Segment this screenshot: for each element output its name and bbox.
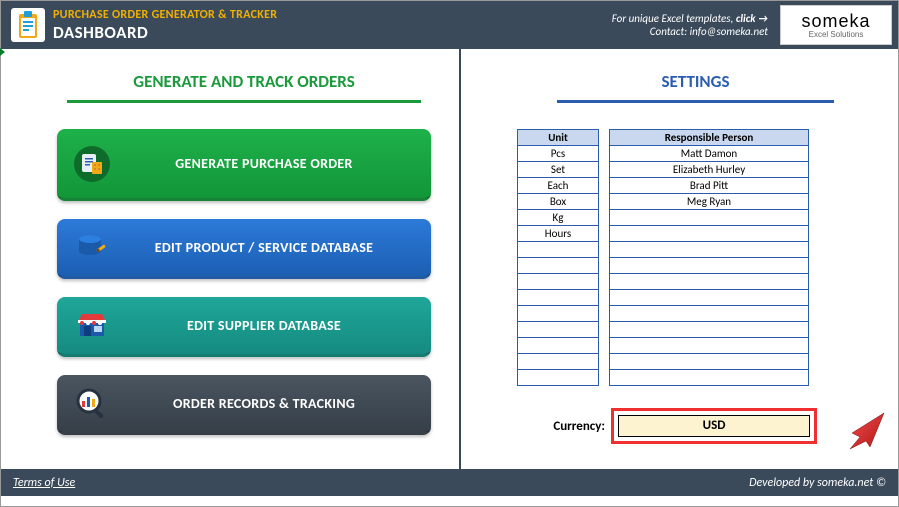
person-cell[interactable] bbox=[610, 226, 809, 242]
contact-info: Contact: info@someka.net bbox=[650, 25, 768, 38]
database-icon bbox=[57, 230, 127, 266]
actions-panel: GENERATE AND TRACK ORDERS GENERATE PURCH… bbox=[1, 49, 461, 469]
cta-bold: click → bbox=[736, 12, 768, 25]
person-cell[interactable]: Matt Damon bbox=[610, 146, 809, 162]
person-cell[interactable]: Meg Ryan bbox=[610, 194, 809, 210]
brand-logo-text: someka bbox=[801, 11, 870, 32]
document-icon bbox=[57, 144, 127, 184]
unit-cell[interactable] bbox=[518, 242, 599, 258]
developed-by: Developed by someka.net © bbox=[749, 476, 886, 490]
currency-label: Currency: bbox=[517, 419, 611, 434]
edit-supplier-database-button[interactable]: EDIT SUPPLIER DATABASE bbox=[57, 297, 431, 357]
unit-cell[interactable] bbox=[518, 338, 599, 354]
person-cell[interactable] bbox=[610, 338, 809, 354]
person-cell[interactable] bbox=[610, 290, 809, 306]
person-cell[interactable]: Elizabeth Hurley bbox=[610, 162, 809, 178]
edit-supplier-label: EDIT SUPPLIER DATABASE bbox=[127, 317, 431, 334]
person-cell[interactable] bbox=[610, 306, 809, 322]
unit-cell[interactable] bbox=[518, 306, 599, 322]
unit-cell[interactable]: Box bbox=[518, 194, 599, 210]
currency-highlight: USD bbox=[611, 408, 817, 444]
generate-label: GENERATE PURCHASE ORDER bbox=[127, 155, 431, 172]
person-header: Responsible Person bbox=[610, 130, 809, 146]
person-cell[interactable] bbox=[610, 210, 809, 226]
app-header: PURCHASE ORDER GENERATOR & TRACKER DASHB… bbox=[1, 1, 898, 49]
settings-panel: SETTINGS Unit Pcs Set Each Box Kg Hours bbox=[461, 49, 898, 469]
unit-cell[interactable]: Kg bbox=[518, 210, 599, 226]
cta-prefix: For unique Excel templates, bbox=[612, 12, 736, 25]
unit-cell[interactable] bbox=[518, 370, 599, 386]
terms-link[interactable]: Terms of Use bbox=[13, 476, 75, 490]
unit-cell[interactable]: Pcs bbox=[518, 146, 599, 162]
person-cell[interactable] bbox=[610, 354, 809, 370]
person-cell[interactable] bbox=[610, 258, 809, 274]
app-logo-icon bbox=[11, 8, 45, 42]
store-icon bbox=[57, 308, 127, 344]
brand-logo-sub: Excel Solutions bbox=[809, 30, 864, 39]
unit-table[interactable]: Unit Pcs Set Each Box Kg Hours bbox=[517, 129, 599, 386]
responsible-person-table[interactable]: Responsible Person Matt Damon Elizabeth … bbox=[609, 129, 809, 386]
person-cell[interactable] bbox=[610, 322, 809, 338]
actions-title: GENERATE AND TRACK ORDERS bbox=[67, 65, 421, 103]
edit-product-label: EDIT PRODUCT / SERVICE DATABASE bbox=[127, 239, 431, 256]
person-cell[interactable]: Brad Pitt bbox=[610, 178, 809, 194]
unit-cell[interactable] bbox=[518, 274, 599, 290]
order-records-button[interactable]: ORDER RECORDS & TRACKING bbox=[57, 375, 431, 435]
app-footer: Terms of Use Developed by someka.net © bbox=[1, 469, 898, 496]
arrow-icon bbox=[840, 409, 886, 451]
unit-cell[interactable]: Set bbox=[518, 162, 599, 178]
unit-cell[interactable]: Hours bbox=[518, 226, 599, 242]
unit-cell[interactable] bbox=[518, 354, 599, 370]
person-cell[interactable] bbox=[610, 274, 809, 290]
unit-cell[interactable] bbox=[518, 258, 599, 274]
unit-cell[interactable]: Each bbox=[518, 178, 599, 194]
unit-cell[interactable] bbox=[518, 322, 599, 338]
currency-input[interactable]: USD bbox=[618, 415, 810, 437]
generate-purchase-order-button[interactable]: GENERATE PURCHASE ORDER bbox=[57, 129, 431, 201]
app-title: PURCHASE ORDER GENERATOR & TRACKER bbox=[53, 8, 277, 22]
settings-title: SETTINGS bbox=[557, 65, 834, 103]
brand-logo[interactable]: someka Excel Solutions bbox=[780, 5, 892, 45]
edit-product-database-button[interactable]: EDIT PRODUCT / SERVICE DATABASE bbox=[57, 219, 431, 279]
person-cell[interactable] bbox=[610, 242, 809, 258]
unit-header: Unit bbox=[518, 130, 599, 146]
person-cell[interactable] bbox=[610, 370, 809, 386]
cta-link[interactable]: For unique Excel templates, click → bbox=[612, 12, 768, 25]
order-records-label: ORDER RECORDS & TRACKING bbox=[127, 395, 431, 412]
chart-search-icon bbox=[57, 386, 127, 422]
unit-cell[interactable] bbox=[518, 290, 599, 306]
page-title: DASHBOARD bbox=[53, 22, 277, 43]
